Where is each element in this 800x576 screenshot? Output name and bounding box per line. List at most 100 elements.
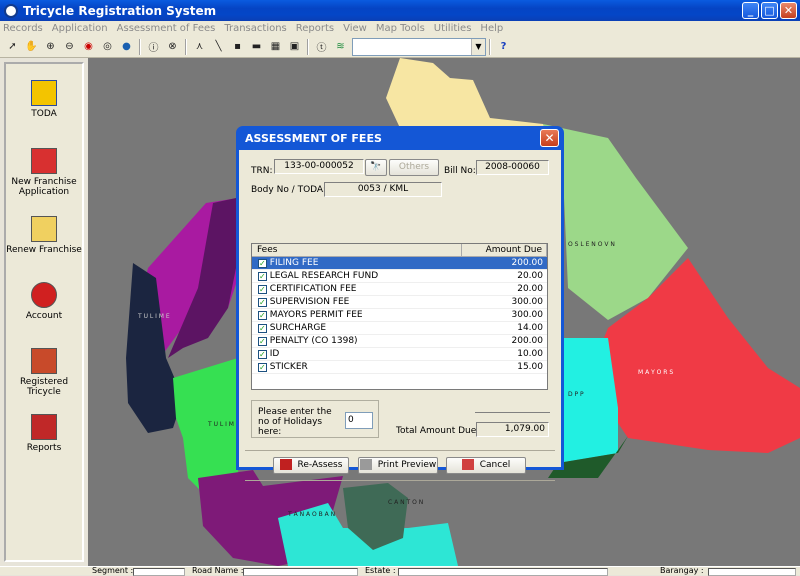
center-icon[interactable]: ◉	[81, 39, 96, 54]
sidebar-item-reports[interactable]: Reports	[6, 414, 82, 453]
chevron-down-icon[interactable]: ▼	[471, 38, 485, 55]
map-label: M A Y O R S	[638, 369, 673, 376]
layer-view-icon[interactable]: ▣	[287, 39, 302, 54]
fees-table-header: Fees Amount Due	[252, 244, 547, 257]
fee-checkbox[interactable]: ✓	[258, 298, 267, 307]
close-window-button[interactable]: ✕	[780, 2, 797, 19]
layers-icon[interactable]: ≋	[333, 39, 348, 54]
pan-hand-icon[interactable]: ✋	[24, 39, 39, 54]
map-label: C A N T O N	[388, 499, 423, 506]
sidebar-item-registered-tricycle[interactable]: Registered Tricycle	[6, 348, 82, 397]
line-icon[interactable]: ╲	[211, 39, 226, 54]
sidebar-item-label: New Franchise Application	[11, 177, 77, 197]
menu-records[interactable]: Records	[3, 23, 43, 34]
sidebar-item-renew-franchise[interactable]: Renew Franchise	[6, 216, 82, 255]
renew-icon	[31, 216, 57, 242]
select-area-icon[interactable]: ▪	[230, 39, 245, 54]
dialog-close-button[interactable]: ✕	[540, 129, 559, 147]
menu-application[interactable]: Application	[52, 23, 108, 34]
fee-name: SUPERVISION FEE	[269, 297, 350, 307]
sidebar-item-new-franchise[interactable]: New Franchise Application	[6, 148, 82, 197]
bill-field: 2008-00060	[476, 160, 549, 175]
print-preview-label: Print Preview	[377, 460, 437, 470]
body-toda-field: 0053 / KML	[324, 182, 442, 197]
fee-amount: 300.00	[511, 297, 544, 307]
fee-checkbox[interactable]: ✓	[258, 272, 267, 281]
zoom-full-icon[interactable]: ◎	[100, 39, 115, 54]
others-button[interactable]: Others	[389, 159, 439, 176]
fee-checkbox[interactable]: ✓	[258, 363, 267, 372]
account-icon	[31, 282, 57, 308]
maximize-button[interactable]: □	[761, 2, 778, 19]
find-button[interactable]: 🔭	[365, 159, 387, 176]
pointer-icon[interactable]: ➚	[5, 39, 20, 54]
info-icon[interactable]: ⓘ	[146, 39, 161, 54]
fee-checkbox[interactable]: ✓	[258, 337, 267, 346]
sidebar-item-label: Registered Tricycle	[19, 377, 69, 397]
fees-table[interactable]: Fees Amount Due ✓ FILING FEE 200.00 ✓ LEGAL…	[251, 243, 548, 390]
fee-row[interactable]: ✓ CERTIFICATION FEE 20.00	[252, 283, 547, 296]
map-label: O S L E N O V N	[568, 241, 615, 248]
total-divider	[475, 412, 550, 413]
sidebar-item-account[interactable]: Account	[6, 282, 82, 321]
fee-row[interactable]: ✓ STICKER 15.00	[252, 361, 547, 374]
fee-row[interactable]: ✓ MAYORS PERMIT FEE 300.00	[252, 309, 547, 322]
ruler-icon[interactable]: ⊗	[165, 39, 180, 54]
reassess-button[interactable]: Re-Assess	[273, 457, 349, 474]
menu-help[interactable]: Help	[480, 23, 503, 34]
menu-assessment-of-fees[interactable]: Assessment of Fees	[117, 23, 216, 34]
fee-row[interactable]: ✓ PENALTY (CO 1398) 200.00	[252, 335, 547, 348]
menu-bar: Records Application Assessment of Fees T…	[0, 21, 800, 36]
table-icon[interactable]: ▦	[268, 39, 283, 54]
fee-row[interactable]: ✓ SUPERVISION FEE 300.00	[252, 296, 547, 309]
fees-column-header[interactable]: Fees	[252, 244, 462, 256]
bill-label: Bill No:	[444, 166, 476, 176]
menu-reports[interactable]: Reports	[296, 23, 334, 34]
fee-row[interactable]: ✓ FILING FEE 200.00	[252, 257, 547, 270]
fee-checkbox[interactable]: ✓	[258, 350, 267, 359]
fee-amount: 10.00	[517, 349, 543, 359]
sidebar: TODA New Franchise Application Renew Fra…	[4, 62, 84, 562]
sidebar-item-toda[interactable]: TODA	[6, 80, 82, 119]
fee-checkbox[interactable]: ✓	[258, 285, 267, 294]
map-label: T A N A O B A N	[287, 511, 335, 518]
fee-name: LEGAL RESEARCH FUND	[269, 271, 379, 281]
fee-checkbox[interactable]: ✓	[258, 311, 267, 320]
zoom-out-icon[interactable]: ⊖	[62, 39, 77, 54]
cancel-button[interactable]: Cancel	[446, 457, 526, 474]
menu-map-tools[interactable]: Map Tools	[376, 23, 425, 34]
fee-row[interactable]: ✓ SURCHARGE 14.00	[252, 322, 547, 335]
map-label: D P P	[568, 391, 584, 398]
fee-amount: 200.00	[511, 336, 544, 346]
menu-utilities[interactable]: Utilities	[434, 23, 472, 34]
toda-icon	[31, 80, 57, 106]
fee-row[interactable]: ✓ ID 10.00	[252, 348, 547, 361]
fee-amount: 14.00	[517, 323, 543, 333]
label-icon[interactable]: ▬	[249, 39, 264, 54]
minimize-button[interactable]: _	[742, 2, 759, 19]
fee-checkbox[interactable]: ✓	[258, 324, 267, 333]
fee-amount: 20.00	[517, 271, 543, 281]
text-tool-icon[interactable]: ⓣ	[314, 39, 329, 54]
print-preview-button[interactable]: Print Preview	[358, 457, 438, 474]
menu-transactions[interactable]: Transactions	[224, 23, 286, 34]
window-title: Tricycle Registration System	[23, 3, 217, 18]
total-label: Total Amount Due:	[396, 426, 480, 436]
holidays-group: Please enter the no of Holidays here: 0	[251, 400, 379, 438]
amount-column-header[interactable]: Amount Due	[462, 244, 547, 256]
toolbar-separator	[489, 38, 491, 55]
zoom-in-icon[interactable]: ⊕	[43, 39, 58, 54]
help-icon[interactable]: ?	[496, 39, 511, 54]
holidays-input[interactable]: 0	[345, 412, 373, 429]
binoculars-icon: 🔭	[370, 162, 382, 172]
path-icon[interactable]: ⋏	[192, 39, 207, 54]
toolbar-separator	[185, 38, 187, 55]
fee-row[interactable]: ✓ LEGAL RESEARCH FUND 20.00	[252, 270, 547, 283]
window-titlebar: Tricycle Registration System _ □ ✕	[0, 0, 800, 21]
fee-checkbox[interactable]: ✓	[258, 259, 267, 268]
reports-icon	[31, 414, 57, 440]
globe-icon[interactable]: ●	[119, 39, 134, 54]
menu-view[interactable]: View	[343, 23, 367, 34]
toolbar-separator	[139, 38, 141, 55]
layer-select[interactable]: ▼	[352, 37, 486, 56]
